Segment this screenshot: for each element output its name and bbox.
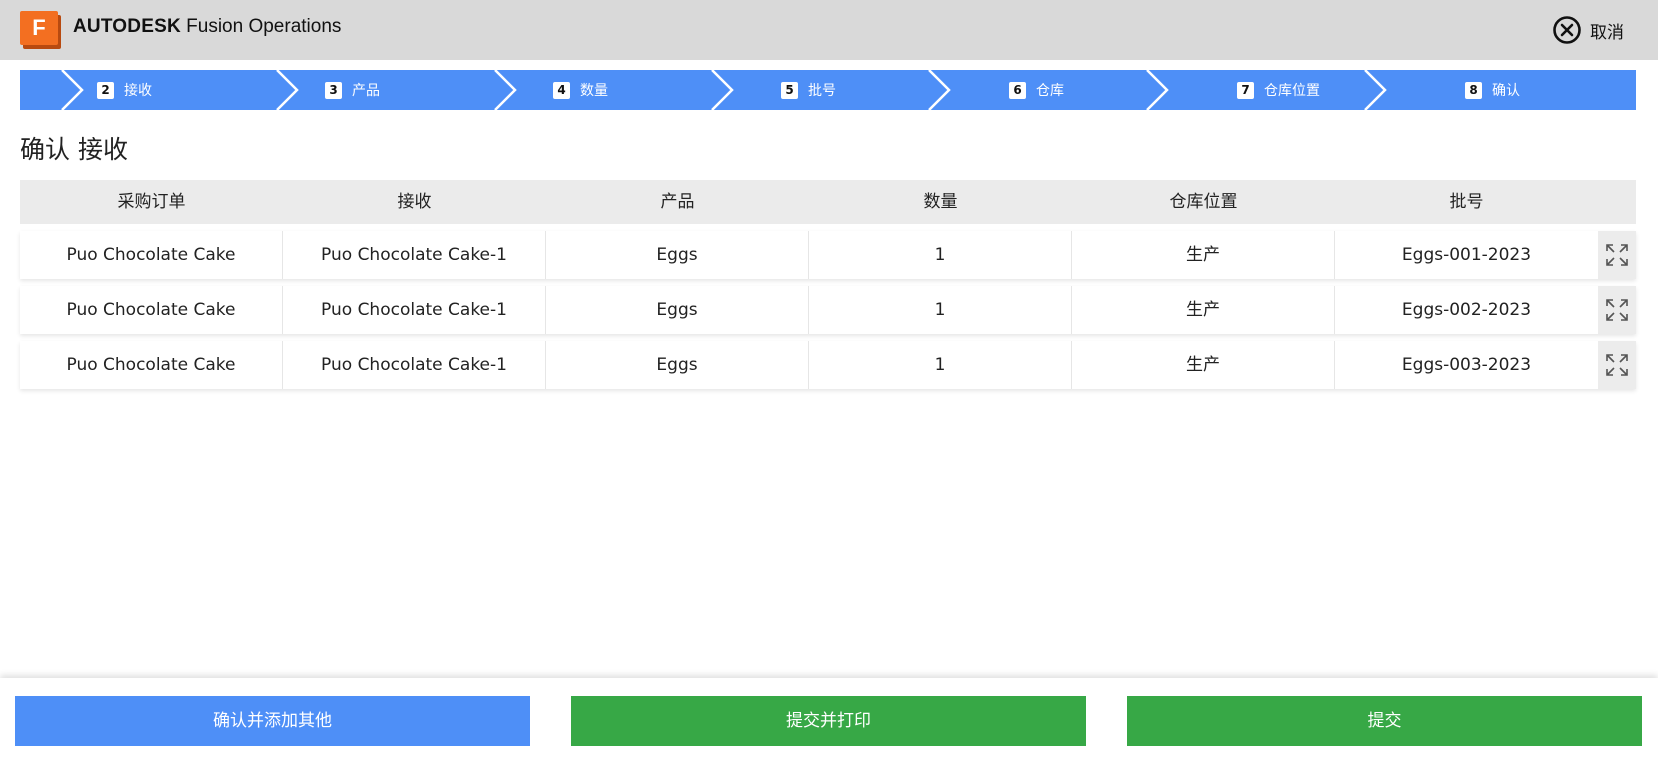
step-label: 仓库 bbox=[1036, 83, 1064, 99]
step-label: 产品 bbox=[352, 83, 380, 99]
step-label: 批号 bbox=[808, 83, 836, 99]
step-separator bbox=[276, 70, 299, 110]
column-header-quantity: 数量 bbox=[923, 192, 958, 212]
step-warehouse[interactable]: 6 仓库 bbox=[1009, 70, 1064, 110]
fusion-logo-icon: F bbox=[20, 11, 62, 49]
cell-quantity: 1 bbox=[809, 286, 1072, 334]
submit-and-print-button[interactable]: 提交并打印 bbox=[571, 696, 1086, 746]
expand-icon bbox=[1606, 354, 1628, 376]
cell-purchase-order: Puo Chocolate Cake bbox=[20, 231, 283, 279]
expand-row-button[interactable] bbox=[1598, 286, 1636, 334]
confirm-and-add-button[interactable]: 确认并添加其他 bbox=[15, 696, 530, 746]
receipt-table: 采购订单 接收 产品 数量 仓库位置 批号 Puo Chocolate Cake… bbox=[20, 180, 1636, 389]
page-title: 确认 接收 bbox=[20, 135, 128, 164]
brand-name: AUTODESK bbox=[73, 16, 181, 37]
expand-icon bbox=[1606, 299, 1628, 321]
submit-button[interactable]: 提交 bbox=[1127, 696, 1642, 746]
step-label: 仓库位置 bbox=[1264, 83, 1320, 99]
column-header-purchase-order: 采购订单 bbox=[117, 192, 186, 212]
action-footer: 确认并添加其他 提交并打印 提交 bbox=[0, 678, 1658, 761]
cell-warehouse-location: 生产 bbox=[1072, 286, 1335, 334]
cell-warehouse-location: 生产 bbox=[1072, 231, 1335, 279]
column-header-warehouse-location: 仓库位置 bbox=[1169, 192, 1238, 212]
step-separator bbox=[711, 70, 734, 110]
step-number: 3 bbox=[325, 81, 342, 99]
step-number: 2 bbox=[97, 81, 114, 99]
cell-receive: Puo Chocolate Cake-1 bbox=[283, 286, 546, 334]
cell-quantity: 1 bbox=[809, 341, 1072, 389]
step-separator bbox=[494, 70, 517, 110]
step-warehouse-location[interactable]: 7 仓库位置 bbox=[1237, 70, 1320, 110]
expand-icon bbox=[1606, 244, 1628, 266]
step-number: 7 bbox=[1237, 81, 1254, 99]
step-separator bbox=[61, 70, 84, 110]
cancel-button[interactable]: 取消 bbox=[1552, 14, 1624, 46]
cell-product: Eggs bbox=[546, 341, 809, 389]
app-title: AUTODESK Fusion Operations bbox=[73, 15, 341, 39]
step-label: 确认 bbox=[1492, 83, 1520, 99]
step-number: 5 bbox=[781, 81, 798, 99]
step-number: 8 bbox=[1465, 81, 1482, 99]
cell-quantity: 1 bbox=[809, 231, 1072, 279]
column-header-product: 产品 bbox=[660, 192, 695, 212]
cell-batch-number: Eggs-003-2023 bbox=[1401, 355, 1532, 375]
cell-product: Eggs bbox=[546, 231, 809, 279]
step-label: 数量 bbox=[580, 83, 608, 99]
cancel-label: 取消 bbox=[1590, 22, 1624, 43]
step-separator bbox=[928, 70, 951, 110]
column-header-receive: 接收 bbox=[397, 192, 432, 212]
step-number: 6 bbox=[1009, 81, 1026, 99]
expand-row-button[interactable] bbox=[1598, 231, 1636, 279]
step-quantity[interactable]: 4 数量 bbox=[553, 70, 608, 110]
step-confirm[interactable]: 8 确认 bbox=[1465, 70, 1520, 110]
product-name: Fusion Operations bbox=[180, 16, 342, 37]
step-batch-number[interactable]: 5 批号 bbox=[781, 70, 836, 110]
step-progress-bar: 2 接收 3 产品 4 数量 5 批号 6 仓库 7 仓库位置 8 确认 bbox=[20, 70, 1636, 110]
table-header: 采购订单 接收 产品 数量 仓库位置 批号 bbox=[20, 180, 1636, 224]
close-circle-icon bbox=[1553, 16, 1581, 44]
table-row: Puo Chocolate Cake Puo Chocolate Cake-1 … bbox=[20, 286, 1636, 334]
cell-receive: Puo Chocolate Cake-1 bbox=[283, 231, 546, 279]
cell-receive: Puo Chocolate Cake-1 bbox=[283, 341, 546, 389]
cell-product: Eggs bbox=[546, 286, 809, 334]
step-label: 接收 bbox=[124, 83, 152, 99]
column-header-batch-number: 批号 bbox=[1449, 192, 1484, 212]
step-receive[interactable]: 2 接收 bbox=[97, 70, 152, 110]
cell-batch-number: Eggs-001-2023 bbox=[1401, 245, 1532, 265]
app-header: F AUTODESK Fusion Operations 取消 bbox=[0, 0, 1658, 60]
step-separator bbox=[1146, 70, 1169, 110]
step-product[interactable]: 3 产品 bbox=[325, 70, 380, 110]
logo-letter: F bbox=[20, 11, 58, 45]
table-row: Puo Chocolate Cake Puo Chocolate Cake-1 … bbox=[20, 341, 1636, 389]
expand-row-button[interactable] bbox=[1598, 341, 1636, 389]
step-number: 4 bbox=[553, 81, 570, 99]
cell-batch-number: Eggs-002-2023 bbox=[1401, 300, 1532, 320]
table-row: Puo Chocolate Cake Puo Chocolate Cake-1 … bbox=[20, 231, 1636, 279]
step-separator bbox=[1364, 70, 1387, 110]
cell-purchase-order: Puo Chocolate Cake bbox=[20, 286, 283, 334]
cell-purchase-order: Puo Chocolate Cake bbox=[20, 341, 283, 389]
cell-warehouse-location: 生产 bbox=[1072, 341, 1335, 389]
